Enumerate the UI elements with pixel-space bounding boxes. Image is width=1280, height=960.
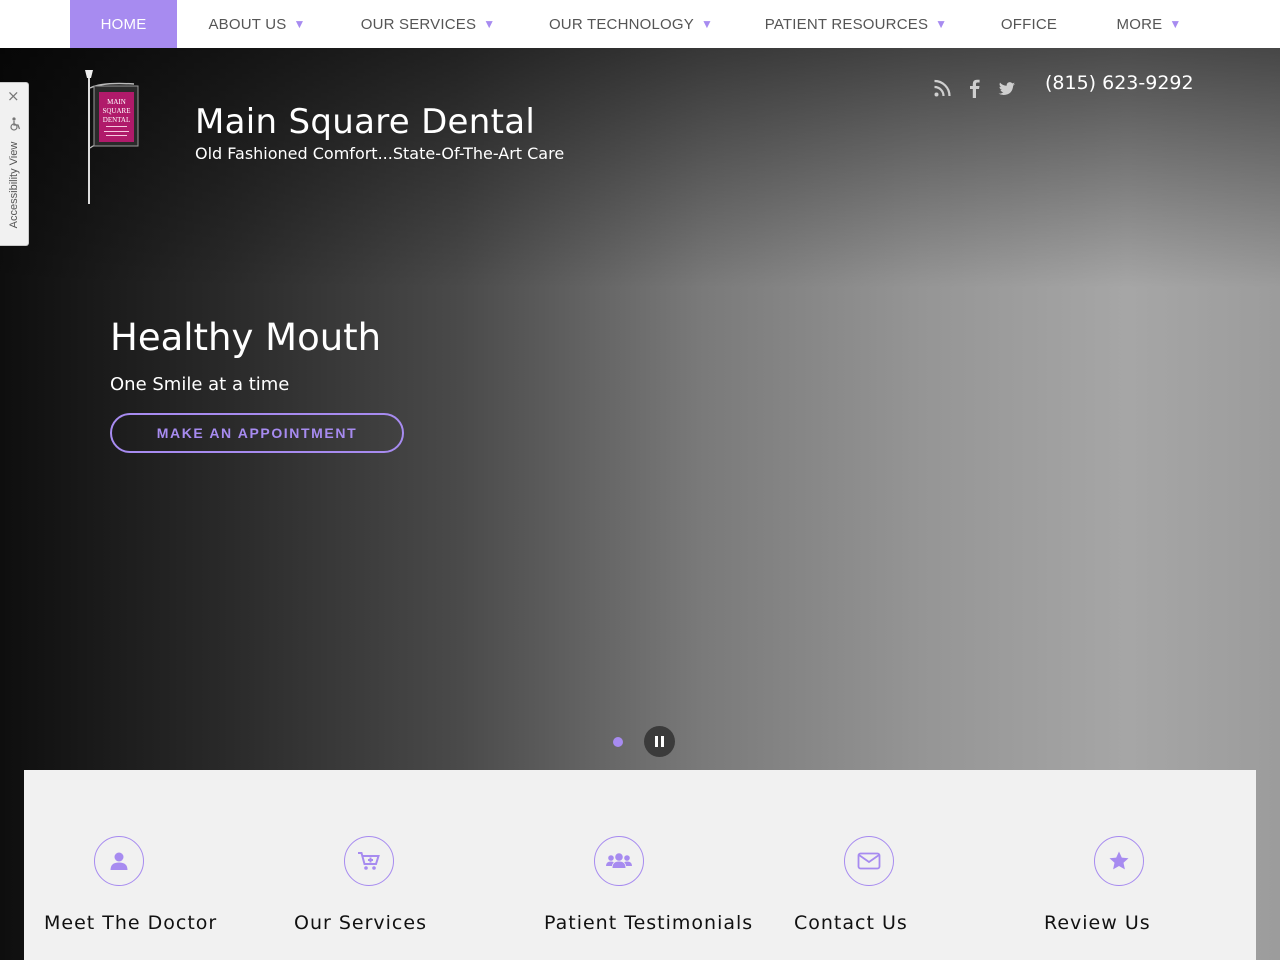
feature-contact-us[interactable]: Contact Us bbox=[774, 770, 1024, 960]
site-tagline: Old Fashioned Comfort...State-Of-The-Art… bbox=[195, 144, 565, 163]
feature-label: Meet The Doctor bbox=[44, 912, 218, 934]
user-icon bbox=[94, 836, 144, 886]
pause-button[interactable] bbox=[644, 726, 675, 757]
nav-item-our-technology[interactable]: OUR TECHNOLOGY ▼ bbox=[540, 0, 722, 48]
cart-plus-icon bbox=[344, 836, 394, 886]
logo-text-line: MAIN bbox=[107, 98, 126, 106]
close-icon[interactable]: × bbox=[7, 87, 20, 105]
chevron-down-icon: ▼ bbox=[483, 17, 496, 31]
envelope-icon bbox=[844, 836, 894, 886]
facebook-icon[interactable] bbox=[967, 76, 981, 100]
nav-label: MORE bbox=[1116, 15, 1163, 33]
nav-label: ABOUT US bbox=[208, 15, 287, 33]
logo-text-line: SQUARE bbox=[102, 107, 130, 115]
feature-label: Patient Testimonials bbox=[544, 912, 754, 934]
nav-label: OUR SERVICES bbox=[360, 15, 477, 33]
chevron-down-icon: ▼ bbox=[293, 17, 306, 31]
feature-meet-the-doctor[interactable]: Meet The Doctor bbox=[24, 770, 274, 960]
slide-subtitle: One Smile at a time bbox=[110, 374, 290, 395]
nav-item-patient-resources[interactable]: PATIENT RESOURCES ▼ bbox=[758, 0, 954, 48]
pause-icon bbox=[655, 736, 658, 747]
nav-item-office[interactable]: OFFICE bbox=[990, 0, 1068, 48]
chevron-down-icon: ▼ bbox=[700, 17, 714, 31]
group-icon bbox=[594, 836, 644, 886]
accessibility-view-label: Accessibility View bbox=[8, 141, 20, 229]
nav-label: HOME bbox=[100, 15, 147, 33]
feature-panel: Meet The Doctor Our Services Patient Tes… bbox=[24, 770, 1256, 960]
feature-review-us[interactable]: Review Us bbox=[1024, 770, 1274, 960]
pause-icon-bar bbox=[661, 736, 664, 747]
make-appointment-button[interactable]: MAKE AN APPOINTMENT bbox=[110, 413, 404, 453]
phone-number-link[interactable]: (815) 623-9292 bbox=[1045, 72, 1194, 94]
rss-icon[interactable] bbox=[933, 76, 951, 100]
accessibility-view-tab[interactable]: × Accessibility View bbox=[0, 82, 29, 246]
slider-dot-active[interactable] bbox=[613, 737, 623, 747]
twitter-icon[interactable] bbox=[997, 76, 1017, 100]
star-icon bbox=[1094, 836, 1144, 886]
site-logo[interactable]: MAIN SQUARE DENTAL bbox=[82, 68, 142, 206]
chevron-down-icon: ▼ bbox=[1169, 17, 1182, 31]
nav-label: OUR TECHNOLOGY bbox=[548, 15, 694, 33]
nav-item-more[interactable]: MORE ▼ bbox=[1106, 0, 1192, 48]
make-appointment-label: MAKE AN APPOINTMENT bbox=[156, 425, 358, 441]
feature-patient-testimonials[interactable]: Patient Testimonials bbox=[524, 770, 774, 960]
slide-title: Healthy Mouth bbox=[110, 316, 382, 359]
feature-label: Review Us bbox=[1044, 912, 1151, 934]
nav-item-our-services[interactable]: OUR SERVICES ▼ bbox=[352, 0, 504, 48]
nav-label: PATIENT RESOURCES bbox=[764, 15, 929, 33]
site-title[interactable]: Main Square Dental bbox=[195, 102, 535, 142]
logo-text-line: DENTAL bbox=[103, 116, 130, 124]
nav-item-about-us[interactable]: ABOUT US ▼ bbox=[196, 0, 318, 48]
feature-label: Contact Us bbox=[794, 912, 908, 934]
feature-label: Our Services bbox=[294, 912, 427, 934]
nav-item-home[interactable]: HOME bbox=[70, 0, 177, 48]
feature-our-services[interactable]: Our Services bbox=[274, 770, 524, 960]
top-navigation: HOME ABOUT US ▼ OUR SERVICES ▼ OUR TECHN… bbox=[0, 0, 1280, 48]
nav-label: OFFICE bbox=[1000, 15, 1058, 33]
chevron-down-icon: ▼ bbox=[935, 17, 948, 31]
